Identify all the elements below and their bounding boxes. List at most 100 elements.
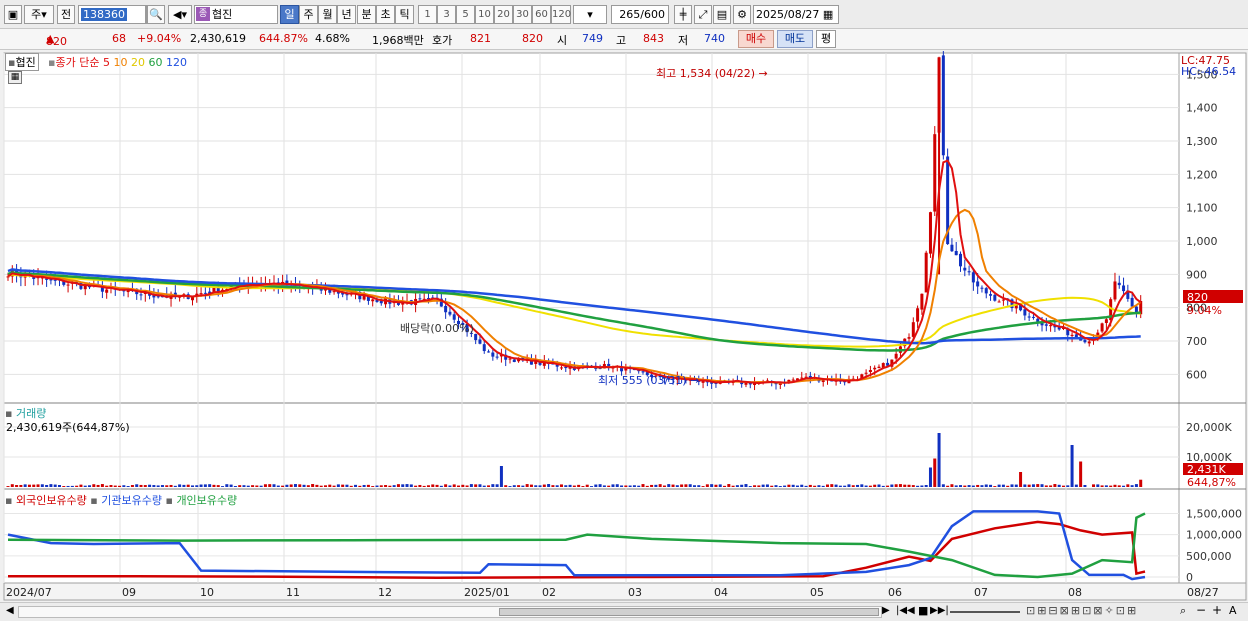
search-icon[interactable]: 🔍 [147,5,165,24]
investor-tick-label: 500,000 [1186,550,1232,563]
volume-bar [1126,484,1130,487]
current-price: 820 ▲ [46,32,67,48]
volume-bar [233,485,237,487]
candle [156,296,160,298]
volume-bar [512,485,516,487]
scroll-track[interactable] [18,606,882,618]
tool-icons[interactable]: ⊡⊞⊟⊠⊞⊡⊠✧⊡⊞ [1026,604,1138,617]
turnover: 4.68% [315,32,350,45]
candle [868,370,872,372]
period-minute[interactable]: 분 [357,5,376,24]
scroll-bar[interactable]: ◀ ▶ |◀◀ ■ ▶▶| ⊡⊞⊟⊠⊞⊡⊠✧⊡⊞ ⌕ − + A [0,602,1248,621]
volume-bar [697,485,701,487]
jeon-button[interactable]: 전 [57,5,75,24]
period-tick[interactable]: 틱 [395,5,414,24]
volume-bar [993,486,997,487]
volume-bar [838,485,842,487]
volume-bar [675,485,679,487]
date-field[interactable]: 2025/08/27 ▦ [753,5,839,24]
volume-bar [581,486,585,487]
volume-bar [1122,485,1126,487]
volume-bar [1092,484,1096,487]
font-size-icon[interactable]: A [1229,604,1237,617]
volume-bar [1044,485,1048,487]
volume-bar [873,484,877,487]
period-day[interactable]: 일 [280,5,299,24]
volume-bar [384,485,388,487]
zoom-in-icon[interactable]: + [1212,603,1222,617]
interval-dropdown[interactable]: ▾ [573,5,607,24]
volume-bar [414,485,418,487]
candle [1113,281,1117,300]
interval-120[interactable]: 120 [551,5,571,24]
candle [933,134,937,212]
candle [963,267,967,271]
candle [641,371,645,373]
volume-bar [529,484,533,487]
average-button[interactable]: 평 [816,30,836,48]
zoom-icon[interactable]: ⌕ [1180,604,1186,618]
volume-last-label: 2,431K [1187,463,1226,476]
menu-dropdown[interactable]: 주▾ [24,5,54,24]
interval-30[interactable]: 30 [513,5,532,24]
interval-5[interactable]: 5 [456,5,475,24]
interval-3[interactable]: 3 [437,5,456,24]
stop-icon[interactable]: ■ [918,604,928,617]
interval-1[interactable]: 1 [418,5,437,24]
candle [379,301,383,304]
last-icon[interactable]: ▶▶| [930,605,949,616]
volume-bar [903,484,907,487]
scroll-thumb[interactable] [499,608,879,616]
volume-bar [916,485,920,487]
volume-bar [1006,485,1010,487]
volume-bar [178,484,182,487]
window-icon[interactable]: ▣ [4,5,22,24]
volume-bar [555,485,559,487]
stock-code-input[interactable]: 138360 [78,5,146,24]
volume-bar [641,484,645,487]
candle-type-icon[interactable]: ╪ [674,5,692,24]
first-icon[interactable]: |◀◀ [896,605,915,616]
interval-10[interactable]: 10 [475,5,494,24]
count-field[interactable]: 265/600 [611,5,669,24]
volume-bar [731,485,735,487]
buy-button[interactable]: 매수 [738,30,774,48]
candle [105,289,109,293]
volume-bar [448,485,452,487]
volume-bar [285,484,289,487]
volume-bar [585,484,589,487]
x-tick-label: 2025/01 [464,586,510,599]
volume-bar [735,485,739,487]
stock-type-badge: 종 [196,7,210,21]
volume-bar [989,484,993,487]
candle [873,367,877,370]
stock-name-field[interactable]: 종 협진 [194,5,278,24]
interval-60[interactable]: 60 [532,5,551,24]
volume-bar [765,484,769,487]
period-second[interactable]: 초 [376,5,395,24]
sell-button[interactable]: 매도 [777,30,813,48]
chart-area[interactable]: 6007008009001,0001,1001,2001,3001,4001,5… [0,51,1248,602]
save-icon[interactable]: ▤ [713,5,731,24]
volume-bar [1066,485,1070,487]
zoom-out-icon[interactable]: − [1196,603,1206,617]
y-tick-label: 700 [1186,335,1207,348]
scroll-right-icon[interactable]: ▶ [882,605,890,616]
scroll-left-icon[interactable]: ◀ [6,605,14,616]
settings-icon[interactable]: ⚙ [733,5,751,24]
volume-bar [371,486,375,487]
volume-bar [959,485,963,487]
candle [980,287,984,289]
zoom-slider[interactable] [950,611,1020,613]
interval-20[interactable]: 20 [494,5,513,24]
volume-bar [1139,479,1143,487]
volume-bar [435,484,439,487]
price-change: 68 [112,32,126,45]
table-icon[interactable]: ▦ [8,71,22,84]
draw-tool-icon[interactable]: ⤢ [694,5,712,24]
volume-bar [405,484,409,487]
period-year[interactable]: 년 [337,5,356,24]
speaker-icon[interactable]: ◀▾ [168,5,192,24]
period-week[interactable]: 주 [299,5,318,24]
period-month[interactable]: 월 [318,5,337,24]
